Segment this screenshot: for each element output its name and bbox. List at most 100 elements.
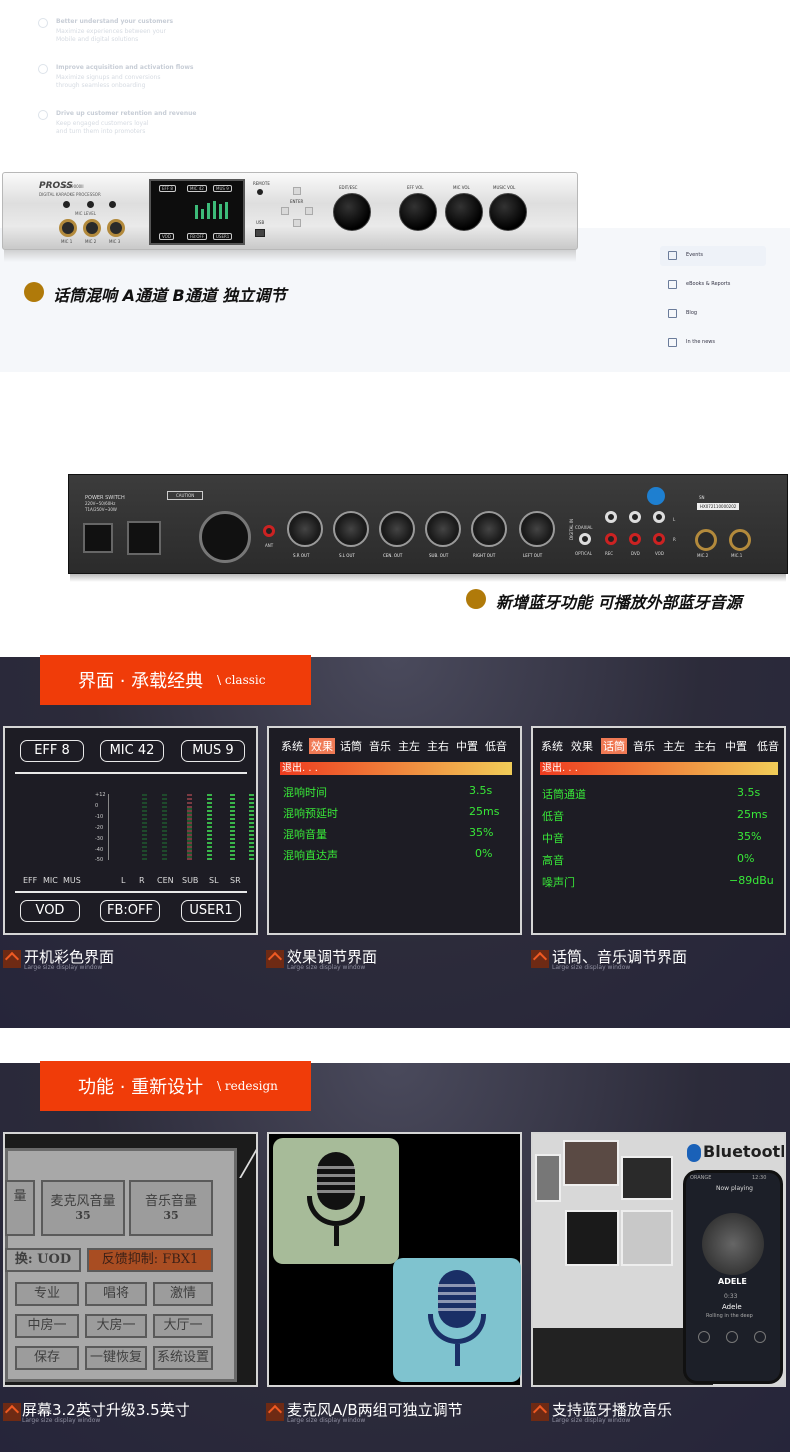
menu-item: 系统: [541, 740, 563, 753]
classic-banner: 界面 · 承载经典 \ classic: [40, 655, 311, 705]
room-button: 大房一: [85, 1314, 147, 1338]
nav-ebooks[interactable]: eBooks & Reports: [660, 275, 766, 295]
power-socket: [127, 521, 161, 555]
edit-esc-knob: [333, 193, 371, 231]
rca-rec-r: [605, 533, 617, 545]
ghost-title: Better understand your customers: [56, 18, 174, 25]
knob-label: EFF VOL: [407, 185, 424, 190]
meter-r: [162, 794, 167, 860]
knob-label: EDIT/ESC: [339, 185, 358, 190]
scale-tick: -10: [95, 814, 104, 820]
preset-button: 专业: [15, 1282, 79, 1306]
bluetooth-panel: Bluetooth ORANGE 12:30 Now playing ADELE…: [531, 1132, 786, 1387]
nav-in-the-news[interactable]: In the news: [660, 333, 766, 353]
menu-item-selected: 话筒: [601, 738, 627, 754]
mic-vol-knob: [445, 193, 483, 231]
model-label: DSP9000II: [63, 184, 84, 189]
banner-subtitle: \ redesign: [217, 1079, 278, 1093]
remote-label: REMOTE: [253, 181, 270, 186]
param-label: 低音: [542, 810, 564, 823]
nav-events[interactable]: Events: [660, 246, 766, 266]
caption-subtitle: Large size display window: [552, 964, 631, 971]
chevron-up-icon: [531, 1403, 549, 1421]
lcd-button: FB:OFF: [187, 233, 208, 240]
ant-label: ANT: [265, 543, 274, 548]
power-spec: T1A/250V~30W: [85, 507, 117, 512]
param-label: 混响预延时: [283, 807, 338, 820]
caption-subtitle: Large size display window: [22, 1417, 101, 1424]
nav-label: eBooks & Reports: [686, 281, 731, 287]
scale-tick: -20: [95, 825, 104, 831]
nav-label: Events: [686, 252, 703, 258]
rear-mic-label: MIC.1: [731, 553, 743, 558]
xlr-label: RIGHT OUT: [473, 553, 496, 558]
mic-a-card: [273, 1138, 399, 1264]
mic-level-knob: [63, 201, 70, 208]
menu-item: 主左: [663, 740, 685, 753]
menu-item: 中置: [725, 740, 747, 753]
mic-stand: [428, 1314, 486, 1344]
mic-stand: [307, 1196, 365, 1226]
subtitle-label: DIGITAL KARAOKE PROCESSOR: [39, 192, 101, 197]
param-label: 噪声门: [542, 876, 575, 889]
lcd-meter: [201, 209, 204, 219]
ghost-title: Drive up customer retention and revenue: [56, 110, 197, 117]
music-volume-label: 音乐音量: [144, 1194, 197, 1209]
param-label: 混响直达声: [283, 849, 338, 862]
chart-icon: [38, 64, 48, 74]
bluetooth-icon: [687, 1144, 701, 1162]
ghost-sub: Mobile and digital solutions: [56, 36, 139, 43]
redesign-banner: 功能 · 重新设计 \ redesign: [40, 1061, 311, 1111]
chevron-up-icon: [531, 950, 549, 968]
caption-subtitle: Large size display window: [24, 964, 103, 971]
menu-item: 主左: [398, 740, 420, 753]
menu-item: 音乐: [633, 740, 655, 753]
eff-vol-knob: [399, 193, 437, 231]
param-label: 中音: [542, 832, 564, 845]
nav-blog[interactable]: Blog: [660, 304, 766, 324]
exit-bar: 退出. . .: [280, 762, 512, 775]
rear-caption: 新增蓝牙功能 可播放外部蓝牙音源: [496, 593, 742, 612]
rear-panel-image: POWER SWITCH 220V~50/60Hz T1A/250V~30W C…: [68, 474, 788, 574]
channel-label: SR: [230, 876, 241, 885]
album-thumb: [535, 1154, 561, 1202]
calendar-icon: [668, 251, 677, 260]
lcd-screen: EFF 8 MIC 42 MUS 9 VOD FB:OFF USER1: [149, 179, 245, 245]
menu-item: 主右: [694, 740, 716, 753]
bluetooth-badge-icon: [647, 487, 665, 505]
preset-button: 激情: [153, 1282, 213, 1306]
divider: [15, 772, 247, 774]
cover-text: ADELE: [718, 1277, 747, 1286]
mic-volume-value: 35: [75, 1209, 91, 1222]
effect-screen-panel: 系统 效果 话筒 音乐 主左 主右 中置 低音 退出. . . 混响时间 3.5…: [267, 726, 522, 935]
song-title: Rolling in the deep: [706, 1313, 753, 1319]
nav-down-button: [293, 219, 301, 227]
banner-title: 界面 · 承载经典: [78, 671, 204, 692]
nav-up-button: [293, 187, 301, 195]
meter-sr: [249, 794, 254, 860]
channel-label: L: [121, 876, 126, 885]
power-switch: [83, 523, 113, 553]
check-icon: [38, 18, 48, 28]
ghost-sub: and turn them into promoters: [56, 128, 146, 135]
xlr-label: S.R OUT: [293, 553, 310, 558]
mic-level-label: MIC LEVEL: [75, 211, 96, 216]
meter-cen: [187, 794, 192, 860]
caption-subtitle: Large size display window: [287, 964, 366, 971]
caution-label: CAUTION: [167, 491, 204, 500]
screen-upgrade-panel: 量 麦克风音量 35 音乐音量 35 换: UOD 反馈抑制: FBX1 专业 …: [3, 1132, 258, 1387]
menu-item: 中置: [456, 740, 478, 753]
rca-rec-l: [605, 511, 617, 523]
xlr-sub-out: [425, 511, 461, 547]
divider: [15, 891, 247, 893]
mic-b-card: [393, 1258, 521, 1382]
param-label: 话筒通道: [542, 788, 586, 801]
left-label: MUS: [63, 876, 81, 885]
chevron-up-icon: [3, 1403, 21, 1421]
xlr-sr-out: [287, 511, 323, 547]
knob-label: MIC VOL: [453, 185, 470, 190]
param-label: 混响时间: [283, 786, 327, 799]
mic-jack-3: [107, 219, 125, 237]
lcd-button: USER1: [213, 233, 233, 240]
scale-tick: +12: [95, 792, 106, 798]
